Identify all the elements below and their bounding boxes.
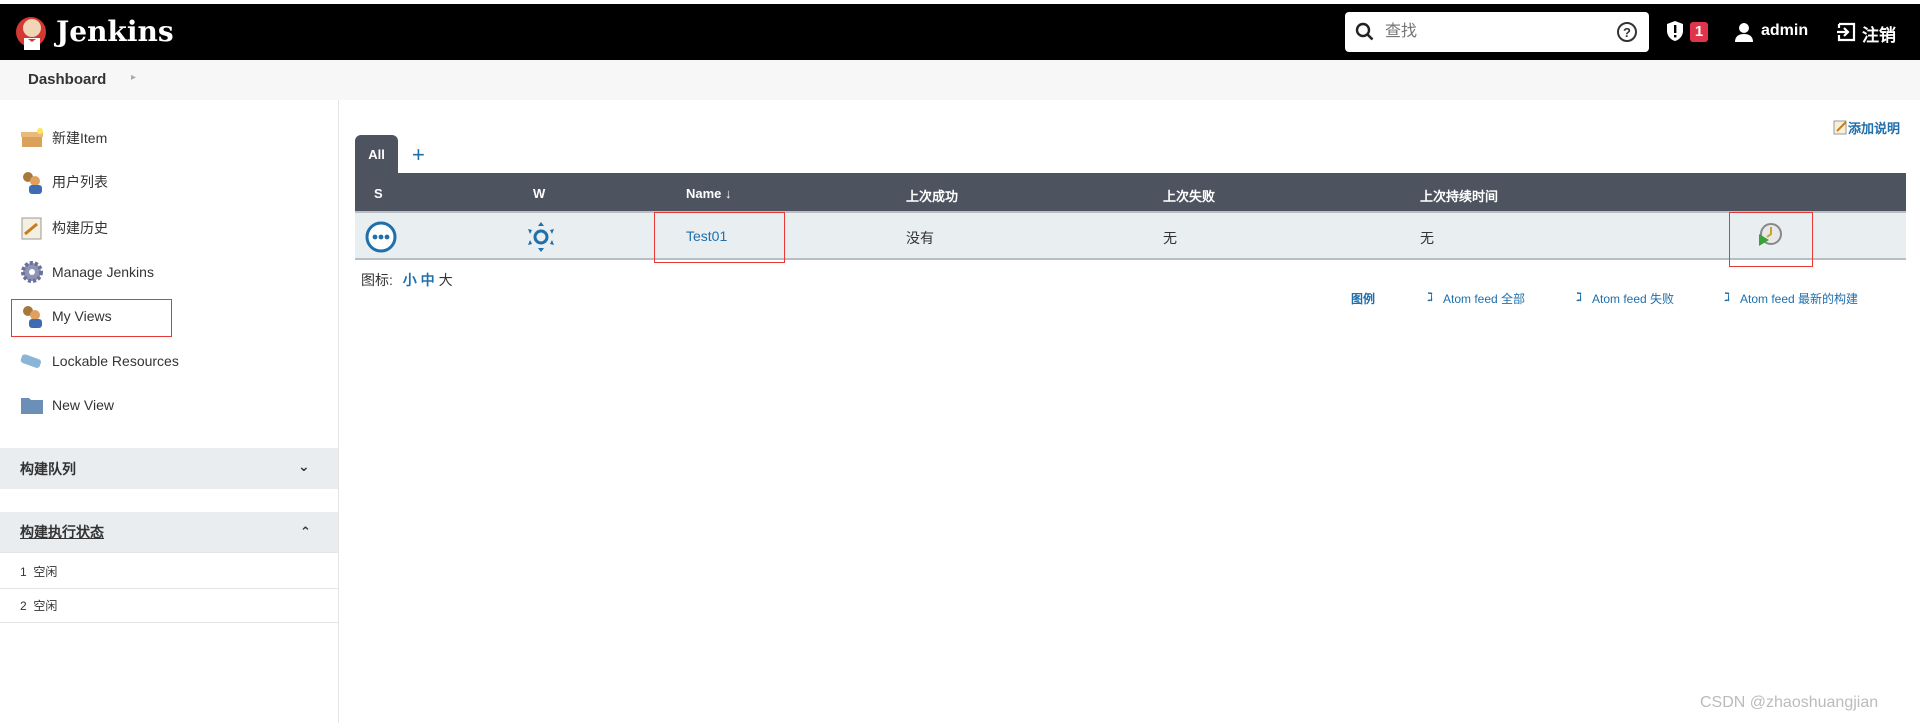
sidebar-item-lockable-resources[interactable]: Lockable Resources (20, 346, 179, 376)
search-box[interactable]: ? (1345, 12, 1649, 52)
highlight-box (11, 299, 172, 337)
breadcrumb-dashboard[interactable]: Dashboard (28, 71, 106, 88)
rss-icon: ℷ (1427, 290, 1433, 304)
column-weather[interactable]: W (533, 186, 545, 201)
security-badge[interactable]: 1 (1690, 22, 1708, 42)
rss-icon: ℷ (1724, 290, 1730, 304)
last-failure: 无 (1163, 230, 1177, 246)
executor-row: 1 空闲 (0, 555, 338, 589)
last-duration: 无 (1420, 230, 1434, 246)
help-icon[interactable]: ? (1616, 21, 1638, 43)
user-link[interactable]: admin (1761, 22, 1808, 40)
column-name[interactable]: Name ↓ (686, 186, 732, 201)
notepad-icon (1833, 120, 1847, 135)
watermark: CSDN @zhaoshuangjian (1700, 694, 1879, 711)
icon-size-selector: 图标: 小 中 大 (361, 272, 453, 288)
breadcrumb: Dashboard ▸ (0, 60, 1920, 100)
logout-link[interactable]: 注销 (1862, 21, 1896, 46)
table-row (355, 211, 1906, 260)
rss-icon: ℷ (1576, 290, 1582, 304)
brand-title[interactable]: Jenkins (56, 15, 174, 48)
icon-size-small[interactable]: 小 (403, 272, 417, 288)
add-description-link[interactable]: 添加说明 (1848, 118, 1900, 137)
svg-text:?: ? (1623, 25, 1631, 40)
chevron-down-icon[interactable]: ⌄ (298, 458, 310, 475)
sidebar-item-new-view[interactable]: New View (20, 390, 114, 420)
highlight-box (654, 212, 785, 263)
icon-size-large: 大 (438, 272, 453, 288)
breadcrumb-chevron-icon[interactable]: ▸ (131, 72, 136, 83)
top-header: Jenkins ? 1 admin 注销 (0, 4, 1920, 60)
users-icon (23, 172, 42, 194)
user-icon (1735, 23, 1753, 42)
logout-icon (1837, 22, 1856, 42)
weather-sunny-icon (528, 222, 554, 252)
feed-failed-link[interactable]: Atom feed 失败 (1592, 290, 1674, 307)
resource-icon (20, 354, 41, 368)
feed-all-link[interactable]: Atom feed 全部 (1443, 290, 1525, 307)
search-input[interactable] (1385, 20, 1605, 44)
table-header (355, 173, 1906, 211)
sidebar: 新建Item 用户列表 构建历史 Manage Jenkins My Views… (0, 100, 339, 723)
executor-row: 2 空闲 (0, 589, 338, 623)
tab-all[interactable]: All (355, 135, 398, 174)
sidebar-item-users[interactable]: 用户列表 (20, 167, 108, 197)
build-queue-header[interactable]: 构建队列 ⌄ (0, 448, 338, 489)
column-last-duration[interactable]: 上次持续时间 (1420, 186, 1498, 205)
sidebar-item-manage-jenkins[interactable]: Manage Jenkins (20, 257, 154, 287)
chevron-up-icon[interactable]: ⌃ (300, 524, 311, 540)
column-status[interactable]: S (374, 186, 383, 201)
legend-link[interactable]: 图例 (1351, 290, 1375, 307)
add-tab-button[interactable]: + (412, 142, 425, 168)
last-success: 没有 (906, 230, 934, 246)
search-icon (1355, 22, 1374, 41)
folder-icon (21, 398, 43, 414)
highlight-box (1729, 212, 1813, 267)
column-last-failure[interactable]: 上次失败 (1163, 186, 1215, 205)
executors-header[interactable]: 构建执行状态 ⌃ (0, 512, 338, 553)
icon-size-medium[interactable]: 中 (421, 272, 435, 288)
build-history-icon (21, 217, 42, 240)
jenkins-logo-icon[interactable] (14, 14, 50, 54)
sidebar-item-build-history[interactable]: 构建历史 (20, 213, 108, 243)
feed-latest-link[interactable]: Atom feed 最新的构建 (1740, 290, 1858, 307)
column-last-success[interactable]: 上次成功 (906, 186, 958, 205)
new-item-icon (21, 128, 43, 147)
shield-icon[interactable] (1666, 20, 1684, 42)
sidebar-item-new-item[interactable]: 新建Item (20, 123, 107, 153)
gear-icon (21, 261, 43, 283)
status-pending-icon (365, 221, 397, 253)
